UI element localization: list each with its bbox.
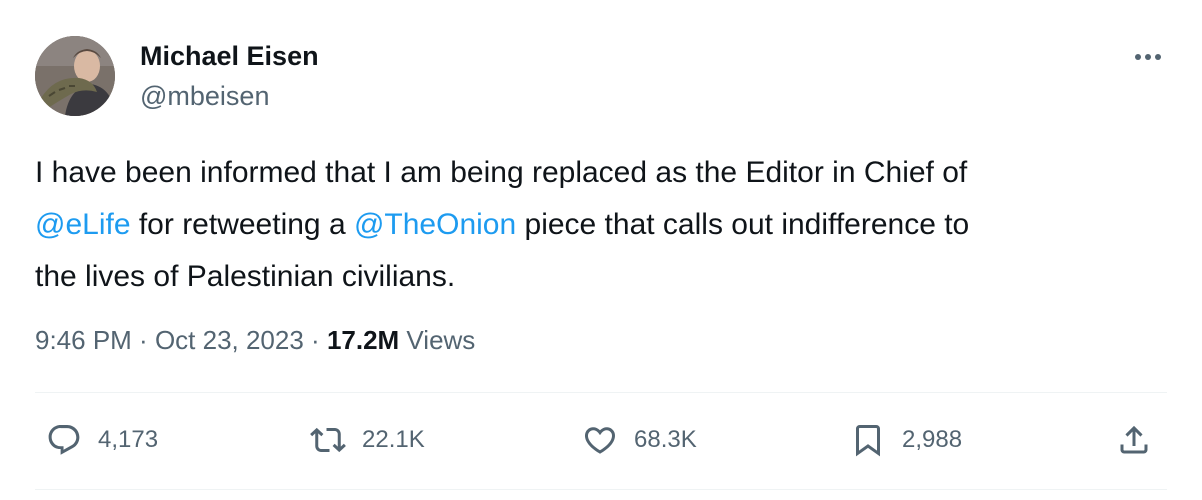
retweet-button[interactable]: 22.1K [310, 420, 425, 460]
reply-button[interactable]: 4,173 [46, 420, 158, 460]
bookmark-button[interactable]: 2,988 [850, 420, 962, 460]
reply-count: 4,173 [98, 426, 159, 453]
tweet-date-link[interactable]: Oct 23, 2023 [155, 325, 304, 355]
like-count: 68.3K [634, 426, 697, 453]
tweet-text: I have been informed that I am being rep… [35, 147, 1155, 303]
mention-elife-link[interactable]: @eLife [35, 208, 131, 241]
retweet-count: 22.1K [362, 426, 425, 453]
like-button[interactable]: 68.3K [582, 420, 697, 460]
retweet-icon [310, 427, 346, 453]
meta-separator: · [303, 325, 327, 355]
share-upload-icon [1120, 425, 1148, 454]
tweet-meta: 9:46 PM · Oct 23, 2023 · 17.2M Views [35, 322, 475, 358]
more-horizontal-icon [1135, 54, 1161, 60]
reply-bubble-icon [48, 425, 80, 455]
author-name[interactable]: Michael Eisen [140, 40, 319, 72]
divider [35, 489, 1167, 490]
views-count[interactable]: 17.2M [327, 325, 399, 355]
avatar[interactable] [35, 36, 115, 116]
tweet-line: @eLife for retweeting a @TheOnion piece … [35, 199, 1155, 251]
meta-separator: · [131, 325, 155, 355]
tweet-time-link[interactable]: 9:46 PM [35, 325, 132, 355]
tweet-card: Michael Eisen @mbeisen I have been infor… [0, 0, 1202, 500]
views-label: Views [399, 325, 476, 355]
tweet-line: I have been informed that I am being rep… [35, 156, 968, 189]
tweet-text-span: for retweeting a [130, 208, 354, 241]
more-options-button[interactable] [1128, 42, 1168, 72]
mention-theonion-link[interactable]: @TheOnion [354, 208, 516, 241]
avatar-photo [35, 36, 115, 116]
bookmark-icon [856, 425, 880, 457]
divider [35, 392, 1167, 393]
share-button[interactable] [1116, 420, 1152, 460]
heart-icon [584, 427, 616, 454]
tweet-text-span: piece that calls out indifference to [516, 208, 970, 241]
bookmark-count: 2,988 [902, 426, 963, 453]
tweet-line: the lives of Palestinian civilians. [35, 260, 456, 293]
author-handle[interactable]: @mbeisen [140, 80, 269, 112]
